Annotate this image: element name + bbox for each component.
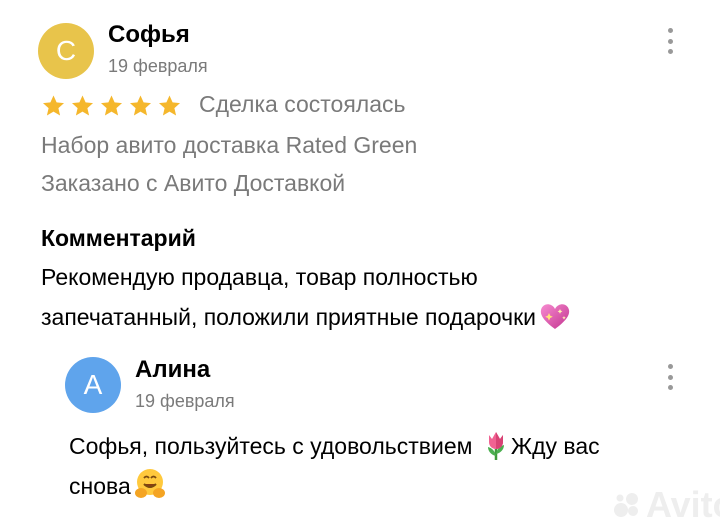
- author-avatar[interactable]: С: [38, 23, 94, 79]
- comment-line: Рекомендую продавца, товар полностью: [41, 264, 478, 290]
- star-icon: [130, 95, 151, 116]
- comment-line-wrap: запечатанный, положили приятные подарочк…: [41, 297, 701, 337]
- rating-stars: [41, 94, 182, 118]
- reply-line: снова: [69, 473, 131, 499]
- star-icon: [43, 95, 64, 116]
- delivery-note: Заказано с Авито Доставкой: [41, 170, 346, 196]
- reply-author-avatar[interactable]: А: [65, 357, 121, 413]
- reply-date: 19 февраля: [135, 391, 235, 411]
- reply-text: Софья, пользуйтесь с удовольствием Жду в…: [69, 426, 689, 506]
- star-icon: [101, 95, 122, 116]
- reply-avatar-initial: А: [83, 369, 103, 400]
- comment-heading: Комментарий: [41, 225, 196, 251]
- reply-line-wrap: снова: [69, 466, 689, 506]
- review-date: 19 февраля: [108, 56, 208, 76]
- hugging-face-emoji: [134, 468, 165, 498]
- star-icon: [159, 95, 180, 116]
- reply-author-name[interactable]: Алина: [135, 356, 210, 384]
- star-icon: [72, 95, 93, 116]
- avito-logo-icon: [614, 493, 638, 517]
- tulip-emoji: [487, 431, 504, 460]
- comment-line: запечатанный, положили приятные подарочк…: [41, 304, 536, 330]
- author-avatar-initial: С: [55, 35, 77, 66]
- author-name[interactable]: Софья: [108, 21, 190, 49]
- reply-line-after: Жду вас: [510, 433, 600, 459]
- watermark-text: Avito: [646, 484, 720, 525]
- reply-line: Софья, пользуйтесь с удовольствием: [69, 433, 473, 459]
- deal-status: Сделка состоялась: [199, 91, 406, 117]
- review-more-icon[interactable]: [665, 28, 675, 54]
- reply-more-icon[interactable]: [665, 364, 675, 390]
- comment-text: Рекомендую продавца, товар полностью зап…: [41, 257, 701, 337]
- sparkling-heart-emoji: [540, 304, 570, 329]
- item-title[interactable]: Набор авито доставка Rated Green: [41, 132, 417, 159]
- reply-line-wrap: Софья, пользуйтесь с удовольствием Жду в…: [69, 426, 689, 466]
- avito-watermark: Avito: [612, 484, 720, 526]
